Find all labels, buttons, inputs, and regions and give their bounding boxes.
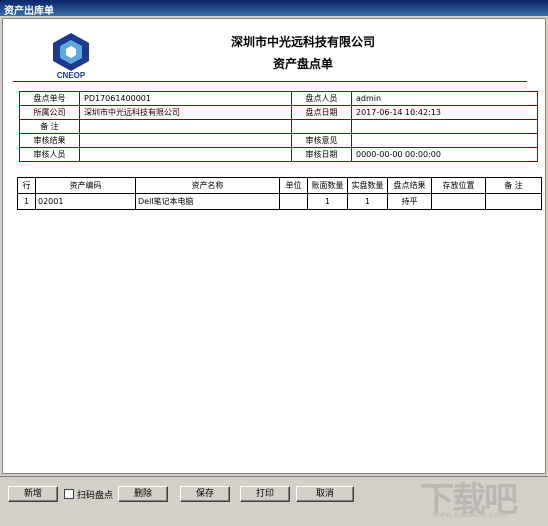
page-title: 资产盘点单: [272, 57, 333, 71]
label-audit-opinion: 审核意见: [291, 133, 352, 148]
col-header-row: 行: [17, 177, 36, 194]
field-check-date[interactable]: 2017-06-14 10:42:13: [351, 105, 538, 120]
field-audit-date[interactable]: 0000-00-00 00:00:00: [351, 147, 538, 162]
info-row: 所属公司 深圳市中光远科技有限公司 盘点日期 2017-06-14 10:42:…: [19, 105, 538, 120]
label-auditor: 审核人员: [19, 147, 80, 162]
cell-code[interactable]: 02001: [35, 193, 136, 210]
watermark: 下载吧 www.xiazaiba.com: [420, 470, 540, 526]
cell-location[interactable]: [431, 193, 486, 210]
label-empty: [291, 119, 352, 134]
asset-grid: 行 资产编码 资产名称 单位 账面数量 实盘数量 盘点结果 存放位置 备 注 1…: [17, 177, 542, 210]
cell-result: 持平: [387, 193, 432, 210]
label-audit-result: 审核结果: [19, 133, 80, 148]
delete-button[interactable]: 删除: [118, 486, 168, 502]
table-row[interactable]: 1 02001 Dell笔记本电脑 1 1 持平: [17, 193, 542, 210]
label-check-date: 盘点日期: [291, 105, 352, 120]
cell-unit[interactable]: [279, 193, 308, 210]
field-audit-opinion[interactable]: [351, 133, 538, 148]
field-remark[interactable]: [79, 119, 292, 134]
col-header-remark: 备 注: [485, 177, 542, 194]
cancel-button[interactable]: 取消: [296, 486, 354, 502]
field-audit-result[interactable]: [79, 133, 292, 148]
company-logo: CNEOP: [45, 31, 97, 87]
label-company: 所属公司: [19, 105, 80, 120]
scan-checkbox[interactable]: [64, 489, 74, 499]
document-area: CNEOP 深圳市中光远科技有限公司 资产盘点单 盘点单号 PD17061400…: [2, 18, 546, 474]
company-name: 深圳市中光远科技有限公司: [230, 35, 375, 49]
info-row: 盘点单号 PD17061400001 盘点人员 admin: [19, 91, 538, 106]
cell-book-qty: 1: [307, 193, 348, 210]
cell-actual-qty[interactable]: 1: [347, 193, 388, 210]
field-checker[interactable]: admin: [351, 91, 538, 106]
scan-checkbox-label: 扫码盘点: [77, 491, 114, 501]
title-bar: 资产出库单: [0, 0, 548, 17]
label-remark: 备 注: [19, 119, 80, 134]
col-header-book-qty: 账面数量: [307, 177, 348, 194]
window-title: 资产出库单: [4, 6, 54, 17]
field-order-no[interactable]: PD17061400001: [79, 91, 292, 106]
field-company[interactable]: 深圳市中光远科技有限公司: [79, 105, 292, 120]
col-header-actual-qty: 实盘数量: [347, 177, 388, 194]
watermark-url: www.xiazaiba.com: [432, 510, 507, 519]
cell-remark[interactable]: [485, 193, 542, 210]
label-checker: 盘点人员: [291, 91, 352, 106]
cell-name[interactable]: Dell笔记本电脑: [135, 193, 280, 210]
col-header-result: 盘点结果: [387, 177, 432, 194]
col-header-name: 资产名称: [135, 177, 280, 194]
info-table: 盘点单号 PD17061400001 盘点人员 admin 所属公司 深圳市中光…: [19, 91, 538, 162]
print-button[interactable]: 打印: [240, 486, 290, 502]
logo-text: CNEOP: [56, 71, 86, 80]
field-auditor[interactable]: [79, 147, 292, 162]
col-header-location: 存放位置: [431, 177, 486, 194]
info-row: 备 注: [19, 119, 538, 134]
hexagon-logo-icon: [53, 33, 89, 71]
field-empty: [351, 119, 538, 134]
col-header-unit: 单位: [279, 177, 308, 194]
save-button[interactable]: 保存: [180, 486, 230, 502]
info-row: 审核结果 审核意见: [19, 133, 538, 148]
cell-row: 1: [17, 193, 36, 210]
info-row: 审核人员 审核日期 0000-00-00 00:00:00: [19, 147, 538, 162]
label-audit-date: 审核日期: [291, 147, 352, 162]
col-header-code: 资产编码: [35, 177, 136, 194]
grid-header-row: 行 资产编码 资产名称 单位 账面数量 实盘数量 盘点结果 存放位置 备 注: [17, 177, 542, 194]
add-button[interactable]: 新增: [8, 486, 58, 502]
label-order-no: 盘点单号: [19, 91, 80, 106]
header-divider: [13, 81, 527, 82]
